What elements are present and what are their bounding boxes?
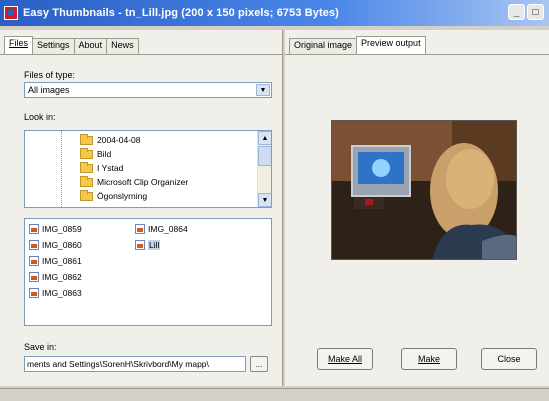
folder-tree[interactable]: 2004-04-08 Bild I Ystad Microsoft Clip O… bbox=[24, 130, 272, 208]
close-button[interactable]: Close bbox=[481, 348, 537, 370]
image-file-icon bbox=[29, 240, 39, 250]
file-list[interactable]: IMG_0859 IMG_0860 IMG_0861 IMG_0862 IMG_… bbox=[24, 218, 272, 326]
save-in-label: Save in: bbox=[24, 342, 57, 352]
files-of-type-dropdown[interactable]: All images ▼ bbox=[24, 82, 272, 98]
folder-icon bbox=[80, 175, 93, 187]
list-item-selected[interactable]: Lill bbox=[135, 239, 161, 251]
thumbnail-photo bbox=[332, 121, 516, 259]
folder-label: Ögonslyrning bbox=[97, 191, 148, 201]
folder-item[interactable]: Ögonslyrning bbox=[80, 189, 148, 202]
save-in-field[interactable]: ments and Settings\SorenH\Skrivbord\My m… bbox=[24, 356, 246, 372]
folder-item[interactable]: Microsoft Clip Organizer bbox=[80, 175, 189, 188]
tab-files[interactable]: Files bbox=[4, 36, 34, 54]
window-title: Easy Thumbnails - tn_Lill.jpg (200 x 150… bbox=[23, 7, 339, 19]
left-panel: Files Settings About News Files of type:… bbox=[0, 30, 283, 386]
tree-line bbox=[61, 131, 62, 207]
file-name: IMG_0859 bbox=[42, 224, 82, 234]
tab-divider bbox=[285, 54, 549, 55]
preview-image bbox=[331, 120, 517, 260]
list-item[interactable]: IMG_0862 bbox=[29, 271, 82, 283]
image-file-icon bbox=[29, 256, 39, 266]
right-panel: Original image Preview output Make All M… bbox=[285, 30, 549, 386]
list-item[interactable]: IMG_0860 bbox=[29, 239, 82, 251]
file-name: IMG_0860 bbox=[42, 240, 82, 250]
right-tabs: Original image Preview output bbox=[289, 36, 426, 54]
make-all-button[interactable]: Make All bbox=[317, 348, 373, 370]
files-of-type-label: Files of type: bbox=[24, 70, 76, 80]
scroll-thumb[interactable] bbox=[258, 146, 271, 166]
tab-settings[interactable]: Settings bbox=[32, 38, 75, 54]
app-icon[interactable] bbox=[4, 6, 18, 20]
file-name: Lill bbox=[148, 240, 161, 250]
list-item[interactable]: IMG_0861 bbox=[29, 255, 82, 267]
title-bar: Easy Thumbnails - tn_Lill.jpg (200 x 150… bbox=[0, 0, 549, 26]
files-of-type-value: All images bbox=[28, 85, 70, 95]
folder-icon bbox=[80, 189, 93, 201]
file-name: IMG_0863 bbox=[42, 288, 82, 298]
browse-button[interactable]: ... bbox=[250, 356, 268, 372]
left-tabs: Files Settings About News bbox=[4, 36, 139, 54]
dropdown-arrow-icon[interactable]: ▼ bbox=[256, 84, 270, 96]
image-file-icon bbox=[29, 288, 39, 298]
tab-news[interactable]: News bbox=[106, 38, 139, 54]
make-button[interactable]: Make bbox=[401, 348, 457, 370]
folder-icon bbox=[80, 133, 93, 145]
file-name: IMG_0861 bbox=[42, 256, 82, 266]
list-item[interactable]: IMG_0864 bbox=[135, 223, 188, 235]
folder-item[interactable]: 2004-04-08 bbox=[80, 133, 141, 146]
scroll-down-arrow-icon[interactable]: ▼ bbox=[258, 193, 271, 207]
tab-about[interactable]: About bbox=[73, 38, 108, 54]
maximize-button[interactable]: □ bbox=[527, 4, 544, 20]
close-label: Close bbox=[497, 354, 521, 364]
folder-label: Bild bbox=[97, 149, 112, 159]
image-file-icon bbox=[29, 272, 39, 282]
tab-preview-output-label: Preview output bbox=[361, 38, 421, 48]
image-file-icon bbox=[29, 224, 39, 234]
tab-original-image-label: Original image bbox=[294, 40, 353, 50]
status-bar bbox=[0, 388, 549, 401]
tab-files-label: Files bbox=[9, 38, 29, 48]
scroll-up-arrow-icon[interactable]: ▲ bbox=[258, 131, 271, 145]
minimize-button[interactable]: _ bbox=[508, 4, 525, 20]
tab-news-label: News bbox=[111, 40, 134, 50]
tab-original-image[interactable]: Original image bbox=[289, 38, 358, 54]
folder-item[interactable]: Bild bbox=[80, 147, 112, 160]
image-file-icon bbox=[135, 224, 145, 234]
tab-preview-output[interactable]: Preview output bbox=[356, 36, 426, 54]
make-all-label: Make All bbox=[327, 354, 362, 364]
folder-icon bbox=[80, 161, 93, 173]
folder-item[interactable]: I Ystad bbox=[80, 161, 124, 174]
tab-about-label: About bbox=[78, 40, 103, 50]
tab-settings-label: Settings bbox=[37, 40, 70, 50]
folder-label: I Ystad bbox=[97, 163, 124, 173]
tab-divider bbox=[0, 54, 282, 55]
file-name: IMG_0862 bbox=[42, 272, 82, 282]
tree-scrollbar[interactable]: ▲ ▼ bbox=[257, 131, 271, 207]
file-name: IMG_0864 bbox=[148, 224, 188, 234]
image-file-icon bbox=[135, 240, 145, 250]
folder-label: Microsoft Clip Organizer bbox=[97, 177, 189, 187]
list-item[interactable]: IMG_0863 bbox=[29, 287, 82, 299]
make-label: Make bbox=[417, 354, 440, 364]
list-item[interactable]: IMG_0859 bbox=[29, 223, 82, 235]
look-in-label: Look in: bbox=[24, 112, 56, 122]
folder-label: 2004-04-08 bbox=[97, 135, 141, 145]
folder-icon bbox=[80, 147, 93, 159]
